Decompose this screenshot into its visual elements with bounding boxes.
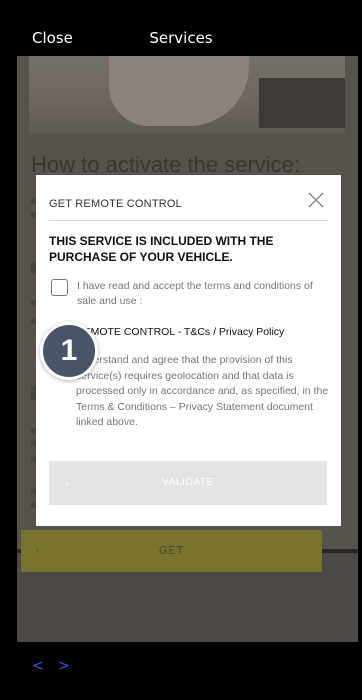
modal-divider <box>49 220 328 221</box>
bottom-nav: < > <box>0 642 362 700</box>
top-bar: Close Services <box>0 0 362 56</box>
modal-title: GET REMOTE CONTROL <box>49 198 182 210</box>
hero-image <box>29 56 345 134</box>
step-number-badge: 1 <box>40 322 98 380</box>
chevron-right-icon: › <box>35 543 42 558</box>
modal-heading: THIS SERVICE IS INCLUDED WITH THE PURCHA… <box>49 234 274 264</box>
get-button-label: GET <box>158 544 185 557</box>
validate-button-label: VALIDATE <box>162 477 214 488</box>
policy-link[interactable]: REMOTE CONTROL - T&Cs / Privacy Policy <box>76 326 284 338</box>
page-title: Services <box>149 29 213 47</box>
close-icon[interactable] <box>306 190 326 210</box>
terms-label: I have read and accept the terms and con… <box>77 280 313 307</box>
forward-arrow-icon[interactable]: > <box>58 658 70 674</box>
back-arrow-icon[interactable]: < <box>32 658 44 674</box>
get-button[interactable]: › GET <box>21 530 322 572</box>
terms-checkbox[interactable] <box>51 279 68 296</box>
chevron-right-icon: › <box>65 476 70 490</box>
consent-text: understand and agree that the provision … <box>76 354 329 428</box>
validate-button[interactable]: › VALIDATE <box>49 461 327 505</box>
